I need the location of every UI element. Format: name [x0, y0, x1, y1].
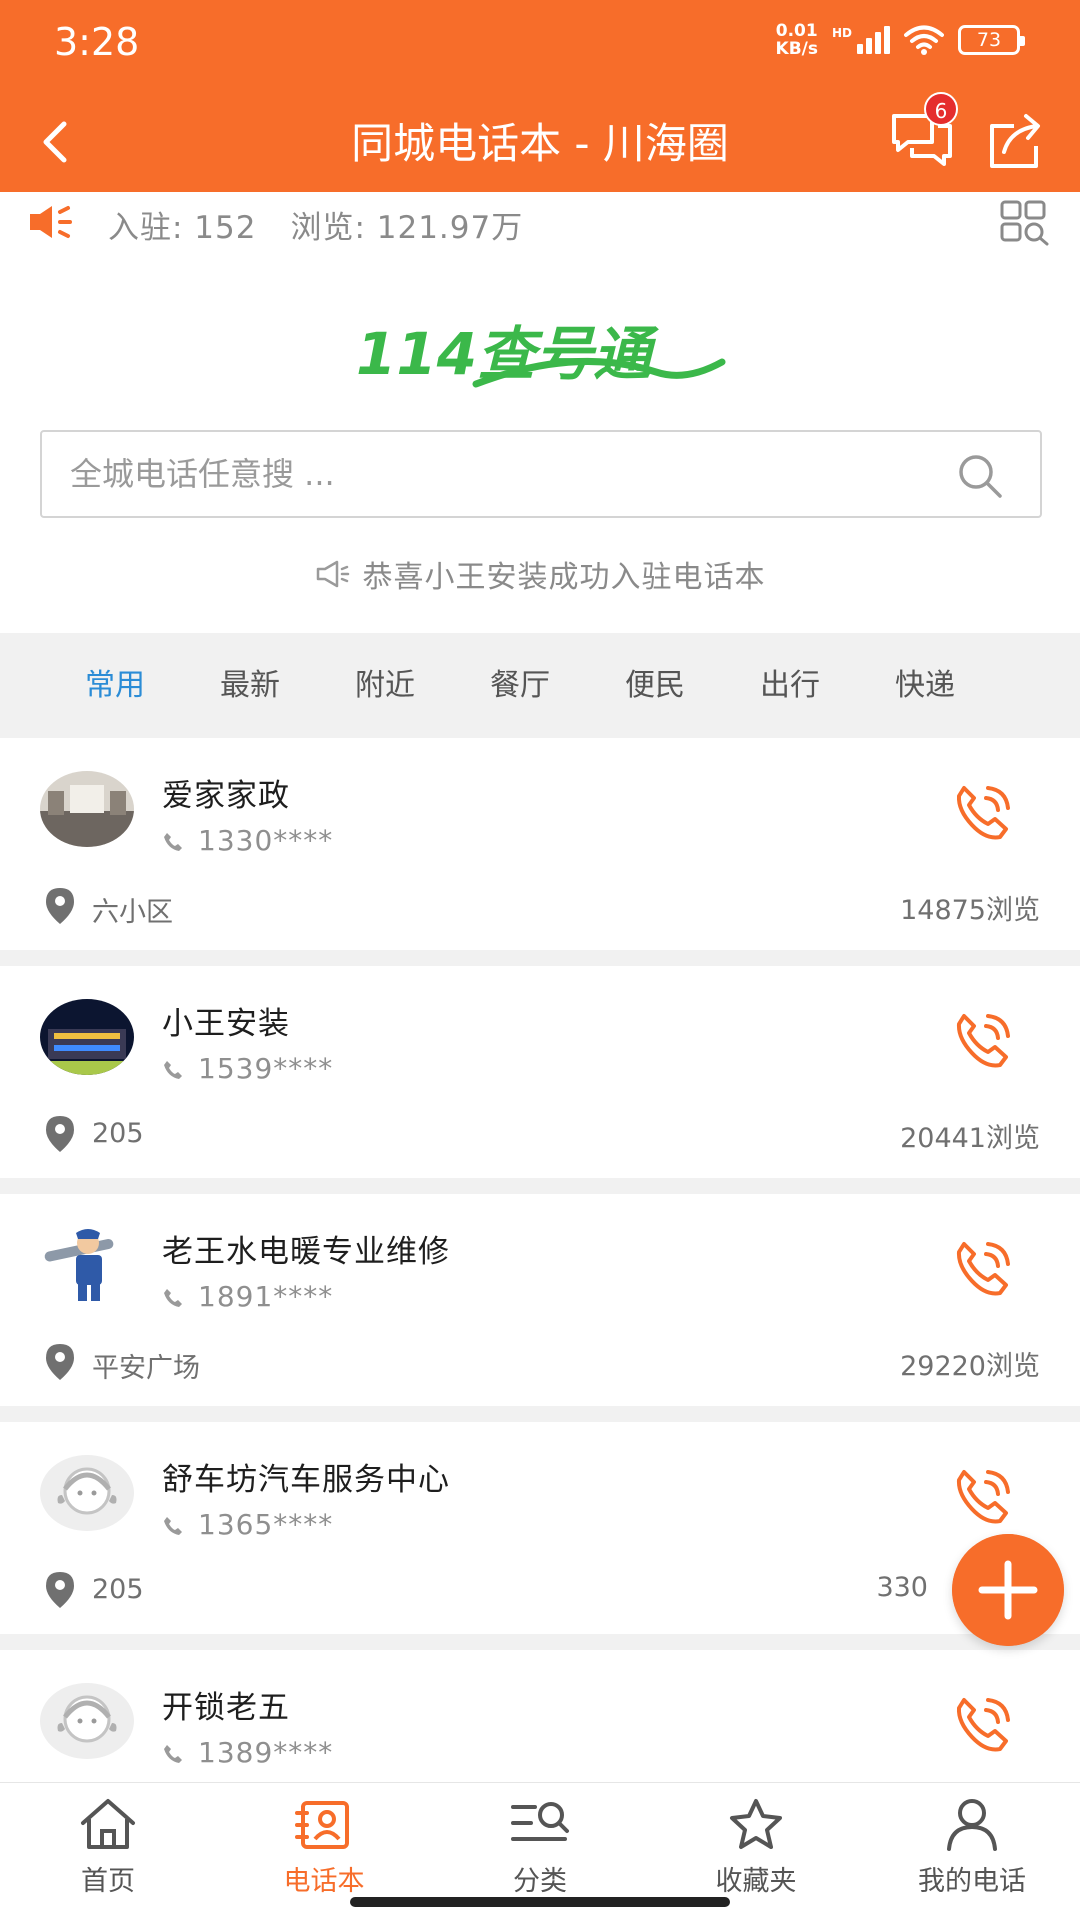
- listing-phone: 1389****: [162, 1736, 333, 1769]
- listing-name: 小王安装: [162, 1006, 290, 1042]
- status-time: 3:28: [54, 20, 140, 64]
- home-indicator: [350, 1897, 730, 1907]
- share-button[interactable]: [980, 106, 1050, 176]
- listing-list: 爱家家政 1330**** 六小区 14875浏览 小王安装 1539****: [0, 738, 1080, 1782]
- phone-icon: [164, 1745, 182, 1763]
- phone-icon: [164, 1289, 182, 1307]
- location-pin-icon: [46, 1344, 74, 1380]
- stats-strip: 入驻: 152 浏览: 121.97万: [0, 192, 1080, 254]
- category-tabs: 常用 最新 附近 餐厅 便民 出行 快递: [0, 633, 1080, 738]
- listing-location: 205: [92, 1118, 144, 1149]
- phone-icon: [164, 1517, 182, 1535]
- nav-phonebook-label: 电话本: [283, 1866, 365, 1897]
- home-icon: [81, 1799, 135, 1849]
- avatar: [40, 771, 134, 847]
- cell-signal-icon: HD: [832, 26, 890, 54]
- grid-search-icon[interactable]: [1000, 200, 1050, 246]
- network-speed: 0.01 KB/s: [775, 21, 818, 59]
- avatar: [40, 999, 134, 1075]
- call-button[interactable]: [950, 1692, 1016, 1758]
- list-item[interactable]: 老王水电暖专业维修 1891**** 平安广场 29220浏览: [0, 1194, 1080, 1406]
- view-count: 浏览: 121.97万: [290, 210, 524, 246]
- search-box: [40, 430, 1042, 518]
- nav-home-label: 首页: [81, 1866, 135, 1897]
- listing-name: 开锁老五: [162, 1690, 290, 1726]
- stats-text: 入驻: 152 浏览: 121.97万: [108, 202, 557, 247]
- tab-nearby[interactable]: 附近: [330, 633, 440, 738]
- logo-114: 114查号通: [356, 320, 726, 388]
- nav-favorites-label: 收藏夹: [715, 1866, 797, 1897]
- tab-travel[interactable]: 出行: [735, 633, 845, 738]
- avatar: [40, 1455, 134, 1531]
- avatar: [40, 1683, 134, 1759]
- nav-my-phone[interactable]: 我的电话: [882, 1797, 1062, 1898]
- battery-indicator: 73: [958, 25, 1025, 55]
- megaphone-icon: [316, 560, 349, 588]
- location-pin-icon: [46, 888, 74, 924]
- location-pin-icon: [46, 1572, 74, 1608]
- add-listing-button[interactable]: [952, 1534, 1064, 1646]
- listing-phone: 1330****: [162, 824, 333, 857]
- list-item[interactable]: 爱家家政 1330**** 六小区 14875浏览: [0, 738, 1080, 950]
- listing-phone: 1891****: [162, 1280, 333, 1313]
- call-button[interactable]: [950, 780, 1016, 846]
- location-pin-icon: [46, 1116, 74, 1152]
- listing-phone: 1539****: [162, 1052, 333, 1085]
- tab-express[interactable]: 快递: [870, 633, 980, 738]
- listing-location: 六小区: [92, 897, 173, 928]
- listing-location: 平安广场: [92, 1353, 200, 1384]
- listing-views: 330: [876, 1572, 928, 1603]
- listing-name: 舒车坊汽车服务中心: [162, 1462, 450, 1498]
- category-icon: [511, 1802, 569, 1841]
- list-item[interactable]: 小王安装 1539**** 205 20441浏览: [0, 966, 1080, 1178]
- tab-restaurant[interactable]: 餐厅: [465, 633, 575, 738]
- nav-phonebook[interactable]: 电话本: [234, 1797, 414, 1898]
- call-button[interactable]: [950, 1464, 1016, 1530]
- nav-my-phone-label: 我的电话: [918, 1866, 1026, 1897]
- listing-views: 29220浏览: [900, 1351, 1040, 1382]
- nav-category-label: 分类: [513, 1866, 567, 1897]
- user-icon: [947, 1799, 997, 1851]
- list-item[interactable]: 开锁老五 1389****: [0, 1650, 1080, 1782]
- announcement-text: 恭喜小王安装成功入驻电话本: [362, 560, 766, 595]
- phone-icon: [164, 833, 182, 851]
- wifi-icon: [904, 25, 944, 55]
- list-item[interactable]: 舒车坊汽车服务中心 1365**** 205 330: [0, 1422, 1080, 1634]
- phone-icon: [164, 1061, 182, 1079]
- status-bar: 3:28 0.01 KB/s HD 73: [0, 0, 1080, 88]
- tab-common[interactable]: 常用: [60, 633, 170, 738]
- announcement: 恭喜小王安装成功入驻电话本: [0, 552, 1080, 596]
- call-button[interactable]: [950, 1008, 1016, 1074]
- call-button[interactable]: [950, 1236, 1016, 1302]
- listing-name: 爱家家政: [162, 778, 290, 814]
- listing-location: 205: [92, 1574, 144, 1605]
- message-badge: 6: [924, 92, 958, 126]
- avatar: [40, 1227, 134, 1303]
- listing-views: 14875浏览: [900, 895, 1040, 926]
- phonebook-icon: [295, 1801, 349, 1849]
- tab-latest[interactable]: 最新: [195, 633, 305, 738]
- tab-convenience[interactable]: 便民: [600, 633, 710, 738]
- app-header: 3:28 0.01 KB/s HD 73 同城电话本 - 川海圈 6: [0, 0, 1080, 192]
- search-input[interactable]: [70, 432, 950, 516]
- back-button[interactable]: [26, 110, 90, 174]
- listing-phone: 1365****: [162, 1508, 333, 1541]
- page-title: 同城电话本 - 川海圈: [351, 119, 729, 168]
- joined-count: 入驻: 152: [108, 210, 257, 246]
- listing-views: 20441浏览: [900, 1123, 1040, 1154]
- speaker-icon: [30, 206, 72, 238]
- svg-text:114查号通: 114查号通: [356, 320, 659, 388]
- listing-name: 老王水电暖专业维修: [162, 1234, 450, 1270]
- star-icon: [730, 1799, 782, 1849]
- nav-category[interactable]: 分类: [450, 1797, 630, 1898]
- title-bar: 同城电话本 - 川海圈: [0, 92, 1080, 192]
- nav-favorites[interactable]: 收藏夹: [666, 1797, 846, 1898]
- nav-home[interactable]: 首页: [18, 1797, 198, 1898]
- search-icon[interactable]: [956, 452, 1004, 500]
- status-icons: 0.01 KB/s HD 73: [775, 21, 1025, 59]
